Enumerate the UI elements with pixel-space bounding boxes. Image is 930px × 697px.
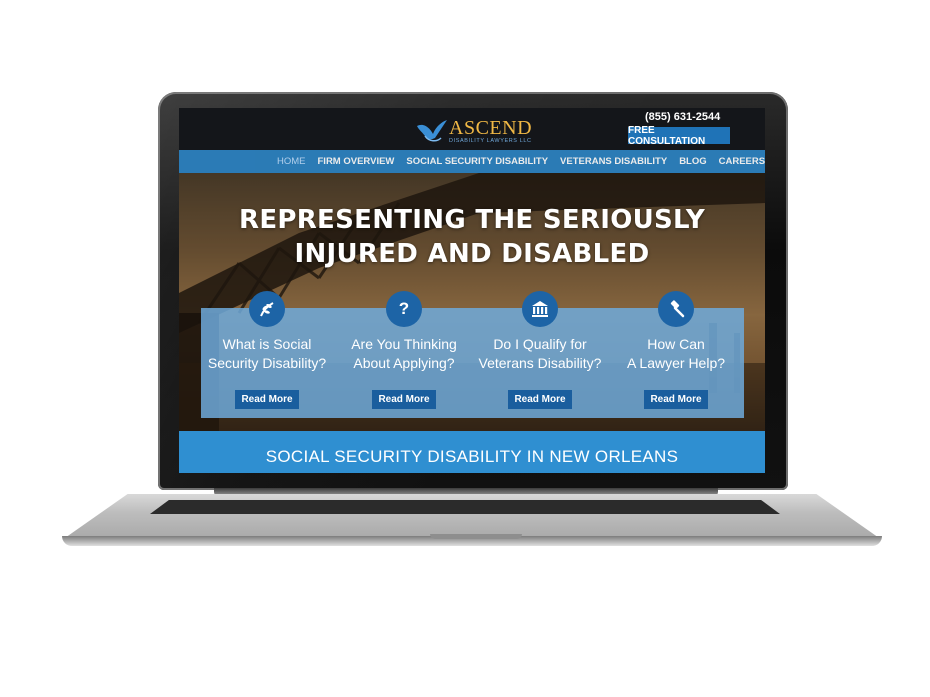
logo-wordmark: ASCEND — [449, 117, 533, 139]
nav-item-home[interactable]: HOME — [277, 156, 306, 167]
read-more-button[interactable]: Read More — [644, 390, 708, 409]
card-title-line-1: How Can — [647, 336, 705, 352]
site-header: ASCEND DISABILITY LAWYERS LLC (855) 631-… — [179, 108, 765, 150]
card-title: Do I Qualify for Veterans Disability? — [470, 335, 610, 373]
card-title-line-2: Security Disability? — [207, 355, 327, 371]
nav-item-firm-overview[interactable]: FIRM OVERVIEW — [318, 156, 395, 167]
card-social-security: What is Social Security Disability? Read… — [197, 291, 337, 431]
section-banner: SOCIAL SECURITY DISABILITY IN NEW ORLEAN… — [179, 431, 765, 473]
card-title-line-1: Do I Qualify for — [493, 336, 587, 352]
gavel-icon — [658, 291, 694, 327]
card-title: How Can A Lawyer Help? — [606, 335, 746, 373]
card-title: Are You Thinking About Applying? — [334, 335, 474, 373]
card-title-line-2: About Applying? — [353, 355, 455, 371]
laptop-keyboard — [150, 500, 780, 514]
read-more-button[interactable]: Read More — [508, 390, 572, 409]
read-more-button[interactable]: Read More — [372, 390, 436, 409]
phone-number[interactable]: (855) 631-2544 — [645, 111, 720, 123]
hero-headline: REPRESENTING THE SERIOUSLY INJURED AND D… — [179, 203, 765, 271]
free-consultation-button[interactable]: FREE CONSULTATION — [628, 125, 730, 147]
hero-headline-line-2: INJURED AND DISABLED — [294, 239, 650, 269]
government-building-icon — [522, 291, 558, 327]
section-title: SOCIAL SECURITY DISABILITY IN NEW ORLEAN… — [265, 447, 679, 466]
logo-subtext: DISABILITY LAWYERS LLC — [449, 138, 532, 144]
question-icon: ? — [386, 291, 422, 327]
card-title: What is Social Security Disability? — [197, 335, 337, 373]
nav-item-blog[interactable]: BLOG — [679, 156, 706, 167]
hero-section: REPRESENTING THE SERIOUSLY INJURED AND D… — [179, 173, 765, 431]
card-title-line-1: Are You Thinking — [351, 336, 457, 352]
card-title-line-2: A Lawyer Help? — [626, 355, 726, 371]
leaf-icon — [249, 291, 285, 327]
read-more-button[interactable]: Read More — [235, 390, 299, 409]
nav-item-social-security-disability[interactable]: SOCIAL SECURITY DISABILITY — [406, 156, 548, 167]
nav-item-careers[interactable]: CAREERS — [719, 156, 765, 167]
card-how-can-lawyer-help: How Can A Lawyer Help? Read More — [606, 291, 746, 431]
laptop-screen: ASCEND DISABILITY LAWYERS LLC (855) 631-… — [179, 108, 765, 473]
main-nav: HOME FIRM OVERVIEW SOCIAL SECURITY DISAB… — [179, 150, 765, 173]
site-logo[interactable]: ASCEND DISABILITY LAWYERS LLC — [415, 116, 535, 148]
card-title-line-1: What is Social — [222, 336, 312, 352]
hero-headline-line-1: REPRESENTING THE SERIOUSLY — [239, 205, 705, 235]
card-title-line-2: Veterans Disability? — [478, 355, 602, 371]
card-veterans-disability: Do I Qualify for Veterans Disability? Re… — [470, 291, 610, 431]
nav-item-veterans-disability[interactable]: VETERANS DISABILITY — [560, 156, 667, 167]
card-thinking-about-applying: ? Are You Thinking About Applying? Read … — [334, 291, 474, 431]
laptop-notch — [430, 534, 522, 539]
bird-logo-icon — [417, 120, 447, 142]
